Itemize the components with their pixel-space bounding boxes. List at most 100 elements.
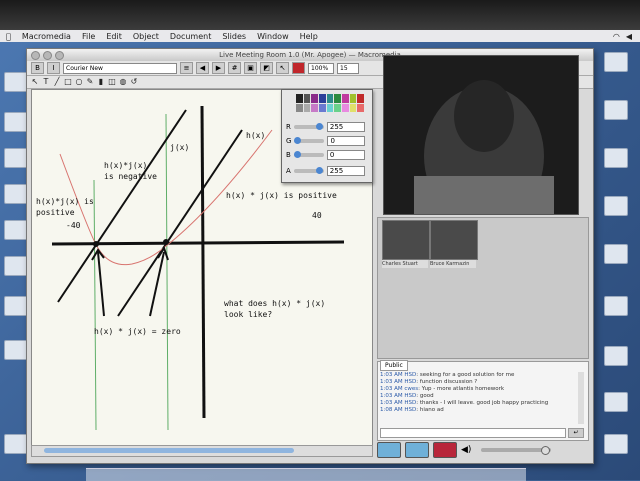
- arrow-tool-icon[interactable]: ↖: [31, 78, 39, 86]
- record-icon[interactable]: [433, 442, 457, 458]
- volume-slider[interactable]: [481, 446, 552, 455]
- wifi-icon[interactable]: ◠: [613, 32, 620, 41]
- color-value-field[interactable]: 0: [327, 135, 366, 146]
- color-value-field[interactable]: 255: [326, 121, 365, 132]
- chat-message: 1:03 AM HSD: function discussion ?: [380, 379, 478, 385]
- scrollbar-thumb[interactable]: [44, 448, 294, 453]
- highlighter-icon[interactable]: ▮: [97, 78, 105, 86]
- root-point-left: [93, 241, 99, 247]
- label-40: 40: [312, 211, 322, 220]
- desktop-file-icon[interactable]: [4, 340, 28, 360]
- desktop-file-icon[interactable]: [4, 220, 28, 240]
- desktop-file-icon[interactable]: [604, 244, 628, 264]
- desktop-file-icon[interactable]: [604, 392, 628, 412]
- minimize-icon[interactable]: [43, 51, 52, 60]
- root-point-right: [163, 239, 169, 245]
- line-tool-icon[interactable]: ╱: [53, 78, 61, 86]
- desktop-file-icon[interactable]: [4, 72, 28, 92]
- pen-tool-icon[interactable]: ✎: [86, 78, 94, 86]
- font-select[interactable]: Courier New: [63, 62, 177, 74]
- desktop-file-icon[interactable]: [4, 112, 28, 132]
- whiteboard-scrollbar[interactable]: [31, 445, 373, 457]
- color-row-label: R: [286, 122, 291, 131]
- color-slider[interactable]: [293, 150, 324, 158]
- desktop-file-icon[interactable]: [4, 256, 28, 276]
- color-row-label: B: [286, 150, 291, 159]
- pointer-icon[interactable]: ↖: [276, 62, 289, 74]
- y-axis-line: [200, 105, 206, 419]
- zoom-select[interactable]: 100%: [308, 62, 334, 74]
- desktop-file-icon[interactable]: [4, 148, 28, 168]
- chat-input[interactable]: [380, 428, 566, 438]
- menu-item-slides[interactable]: Slides: [222, 32, 246, 41]
- send-icon[interactable]: ↵: [568, 428, 584, 438]
- desktop-file-icon[interactable]: [604, 296, 628, 316]
- align-left-icon[interactable]: ≡: [180, 62, 193, 74]
- menu-item-document[interactable]: Document: [170, 32, 211, 41]
- participant-video[interactable]: [382, 220, 430, 260]
- label-question: what does h(x) * j(x) look like?: [224, 299, 326, 319]
- desktop-file-icon[interactable]: [604, 148, 628, 168]
- zoom-icon[interactable]: [55, 51, 64, 60]
- desktop-file-icon[interactable]: [604, 100, 628, 120]
- camera-icon[interactable]: [377, 442, 401, 458]
- chat-scrollbar[interactable]: [578, 372, 584, 424]
- color-slider[interactable]: [293, 166, 324, 174]
- menu-item-app[interactable]: Macromedia: [22, 32, 71, 41]
- participant-video[interactable]: [430, 220, 478, 260]
- dock[interactable]: [86, 468, 526, 481]
- bold-icon[interactable]: B: [31, 62, 44, 74]
- next-slide-icon[interactable]: ▶: [212, 62, 225, 74]
- undo-icon[interactable]: ↺: [130, 78, 138, 86]
- prev-slide-icon[interactable]: ◀: [196, 62, 209, 74]
- menu-item-file[interactable]: File: [82, 32, 95, 41]
- apple-menu-icon[interactable]: : [6, 32, 11, 41]
- fill-icon[interactable]: ◍: [119, 78, 127, 86]
- desktop-file-icon[interactable]: [604, 434, 628, 454]
- arrow-right: [149, 251, 165, 317]
- color-swatches[interactable]: [296, 94, 364, 112]
- color-row-a: A 255: [286, 165, 365, 176]
- color-picker: R 255 G 0 B 0 A 255: [281, 89, 373, 183]
- menu-bar:  Macromedia File Edit Object Document S…: [0, 30, 640, 42]
- menu-item-object[interactable]: Object: [133, 32, 159, 41]
- menu-item-edit[interactable]: Edit: [106, 32, 122, 41]
- color-value-field[interactable]: 255: [326, 165, 365, 176]
- desktop-file-icon[interactable]: [4, 296, 28, 316]
- label-product-positive-right: h(x) * j(x) is positive: [226, 191, 337, 200]
- trash-icon[interactable]: [4, 434, 28, 454]
- color-row-label: A: [286, 166, 291, 175]
- desktop-file-icon[interactable]: [4, 184, 28, 204]
- volume-icon[interactable]: ◀: [626, 32, 632, 41]
- label-jx: j(x): [170, 143, 190, 152]
- green-guide-left: [93, 179, 97, 431]
- rect-tool-icon[interactable]: □: [64, 78, 72, 86]
- close-icon[interactable]: [31, 51, 40, 60]
- chat-tab-public[interactable]: Public: [380, 360, 408, 371]
- desktop-file-icon[interactable]: [604, 52, 628, 72]
- color-row-b: B 0: [286, 149, 365, 160]
- label-neg40: -40: [66, 221, 81, 230]
- color-swatch-icon[interactable]: [292, 62, 305, 74]
- text-tool-icon[interactable]: T: [42, 78, 50, 86]
- desktop-file-icon[interactable]: [604, 196, 628, 216]
- italic-icon[interactable]: I: [47, 62, 60, 74]
- desktop-file-icon[interactable]: [604, 346, 628, 366]
- menu-item-help[interactable]: Help: [300, 32, 318, 41]
- page-number-field[interactable]: 15: [337, 62, 359, 74]
- menu-item-window[interactable]: Window: [257, 32, 289, 41]
- color-value-field[interactable]: 0: [326, 149, 365, 160]
- image-icon[interactable]: ◩: [260, 62, 273, 74]
- eraser-icon[interactable]: ◫: [108, 78, 116, 86]
- green-guide-right: [165, 113, 169, 431]
- arrow-left: [97, 251, 105, 317]
- ellipse-tool-icon[interactable]: ○: [75, 78, 83, 86]
- color-slider[interactable]: [294, 136, 325, 144]
- chat-messages: 1:03 AM HSD: seeking for a good solution…: [380, 372, 576, 414]
- color-slider[interactable]: [293, 122, 324, 130]
- grid-icon[interactable]: #: [228, 62, 241, 74]
- lock-icon[interactable]: ▣: [244, 62, 257, 74]
- speaker-icon[interactable]: [405, 442, 429, 458]
- label-product-positive-left: h(x)*j(x) is positive: [36, 197, 94, 217]
- label-zero: h(x) * j(x) = zero: [94, 327, 181, 336]
